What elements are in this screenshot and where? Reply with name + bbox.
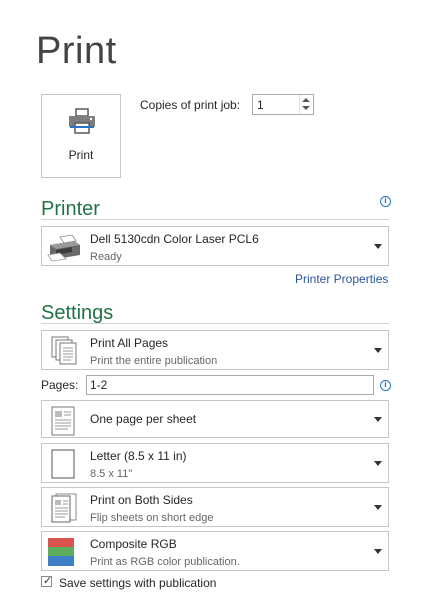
printer-status: Ready xyxy=(90,251,122,263)
chevron-down-icon xyxy=(374,348,382,353)
page-range-title: Print All Pages xyxy=(90,336,169,350)
info-icon[interactable]: i xyxy=(380,196,391,207)
spin-down-icon[interactable] xyxy=(302,106,310,110)
single-page-icon xyxy=(46,405,82,437)
chevron-down-icon xyxy=(374,461,382,466)
print-button-label: Print xyxy=(68,148,94,162)
chevron-down-icon xyxy=(374,244,382,249)
print-button[interactable]: Print xyxy=(41,94,121,178)
paper-size-subtitle: 8.5 x 11" xyxy=(90,468,133,480)
duplex-subtitle: Flip sheets on short edge xyxy=(90,512,214,524)
blank-page-icon xyxy=(46,448,82,480)
laser-printer-icon xyxy=(46,231,82,263)
pages-input[interactable] xyxy=(86,375,374,395)
save-settings-checkbox[interactable]: ✓ xyxy=(41,574,53,587)
page-range-subtitle: Print the entire publication xyxy=(90,355,218,367)
settings-divider xyxy=(41,323,389,324)
chevron-down-icon xyxy=(374,505,382,510)
copies-stepper[interactable]: 1 xyxy=(252,94,314,115)
page-title: Print xyxy=(36,30,117,72)
paper-size-dropdown[interactable]: Letter (8.5 x 11 in) 8.5 x 11" xyxy=(41,443,389,483)
pages-per-sheet-dropdown[interactable]: One page per sheet xyxy=(41,400,389,438)
duplex-title: Print on Both Sides xyxy=(90,493,193,507)
printer-dropdown[interactable]: Dell 5130cdn Color Laser PCL6 Ready xyxy=(41,226,389,266)
pages-per-sheet-title: One page per sheet xyxy=(90,412,197,426)
spin-up-icon[interactable] xyxy=(302,98,310,102)
checkmark-icon: ✓ xyxy=(43,574,53,587)
printer-heading: Printer xyxy=(41,198,100,220)
pages-stack-icon xyxy=(46,335,82,367)
paper-size-title: Letter (8.5 x 11 in) xyxy=(90,449,187,463)
printer-divider xyxy=(41,219,389,220)
page-range-dropdown[interactable]: Print All Pages Print the entire publica… xyxy=(41,330,389,370)
info-icon[interactable]: i xyxy=(380,380,391,391)
save-settings-label[interactable]: Save settings with publication xyxy=(59,576,216,590)
copies-spin-buttons[interactable] xyxy=(299,95,313,114)
chevron-down-icon xyxy=(374,417,382,422)
chevron-down-icon xyxy=(374,549,382,554)
printer-properties-link[interactable]: Printer Properties xyxy=(295,272,388,286)
color-mode-title: Composite RGB xyxy=(90,537,177,551)
printer-name: Dell 5130cdn Color Laser PCL6 xyxy=(90,232,259,246)
rgb-color-icon xyxy=(46,536,82,568)
copies-label: Copies of print job: xyxy=(140,98,241,112)
settings-heading: Settings xyxy=(41,302,114,324)
duplex-dropdown[interactable]: Print on Both Sides Flip sheets on short… xyxy=(41,487,389,527)
color-mode-subtitle: Print as RGB color publication. xyxy=(90,556,240,568)
color-mode-dropdown[interactable]: Composite RGB Print as RGB color publica… xyxy=(41,531,389,571)
double-sided-page-icon xyxy=(46,492,82,524)
pages-label: Pages: xyxy=(41,378,79,392)
printer-icon xyxy=(67,108,97,139)
copies-value: 1 xyxy=(257,98,264,112)
